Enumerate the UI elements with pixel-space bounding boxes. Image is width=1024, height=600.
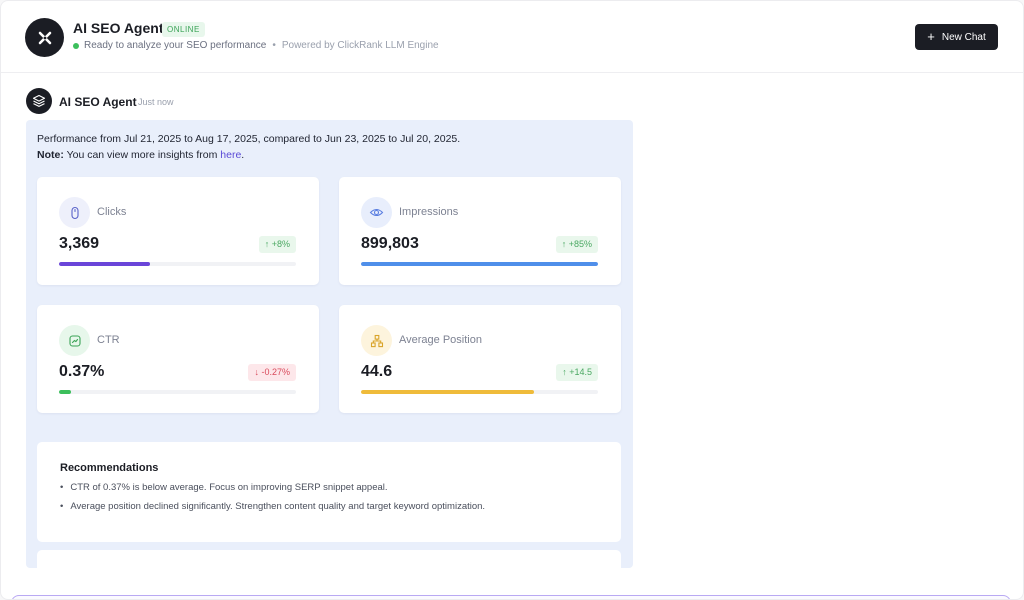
metric-delta-badge: ↑ +85%	[555, 236, 598, 253]
note-end: .	[241, 149, 245, 161]
metric-card-average-position: Average Position 44.6 ↑ +14.5	[339, 305, 621, 413]
metric-label: CTR	[97, 334, 120, 346]
arrow-down-icon: ↓	[254, 367, 259, 377]
icon-circle	[59, 325, 90, 356]
plus-icon: +	[927, 29, 935, 44]
app-title: AI SEO Agent	[73, 20, 164, 36]
metric-progress-track	[361, 390, 598, 394]
app-window: AI SEO Agent ONLINE Ready to analyze you…	[0, 0, 1024, 600]
metric-delta-value: +85%	[568, 239, 592, 249]
metric-card-impressions: Impressions 899,803 ↑ +85%	[339, 177, 621, 285]
close-x-logo-icon	[38, 31, 51, 44]
agent-avatar	[26, 88, 52, 114]
icon-circle	[59, 197, 90, 228]
metric-value: 899,803	[361, 235, 419, 252]
next-content-card	[37, 550, 621, 568]
metric-label: Clicks	[97, 206, 127, 218]
agent-name: AI SEO Agent	[59, 95, 137, 109]
metric-delta-badge: ↑ +14.5	[556, 364, 598, 381]
metric-delta-value: -0.27%	[261, 367, 290, 377]
metric-progress-track	[59, 390, 296, 394]
recommendation-text: CTR of 0.37% is below average. Focus on …	[70, 482, 388, 493]
recommendations-list: • CTR of 0.37% is below average. Focus on…	[60, 482, 485, 520]
arrow-up-icon: ↑	[561, 239, 567, 249]
metric-progress-track	[59, 262, 296, 266]
note-label: Note:	[37, 149, 64, 161]
recommendation-text: Average position declined significantly.…	[70, 501, 486, 512]
metric-progress-fill	[361, 262, 598, 266]
metric-progress-fill	[361, 390, 534, 394]
insights-link[interactable]: here	[220, 149, 241, 161]
arrow-up-icon: ↑	[264, 239, 270, 249]
status-row: Ready to analyze your SEO performance • …	[73, 40, 439, 51]
list-item: • CTR of 0.37% is below average. Focus on…	[60, 482, 485, 493]
chat-input-box[interactable]	[11, 595, 1011, 599]
recommendations-card: Recommendations • CTR of 0.37% is below a…	[37, 442, 621, 542]
hierarchy-icon	[370, 334, 383, 347]
metric-value: 44.6	[361, 363, 393, 380]
app-logo	[25, 18, 64, 57]
metric-delta-badge: ↓ -0.27%	[248, 364, 296, 381]
eye-icon	[369, 208, 384, 217]
separator-dot: •	[272, 40, 276, 51]
bullet: •	[60, 482, 64, 493]
icon-circle	[361, 325, 392, 356]
metric-value: 0.37%	[59, 363, 105, 380]
online-status-badge: ONLINE	[162, 22, 205, 37]
metric-card-ctr: CTR 0.37% ↓ -0.27%	[37, 305, 319, 413]
new-chat-label: New Chat	[941, 31, 986, 43]
arrow-up-icon: ↑	[562, 367, 567, 377]
metric-delta-badge: ↑ +8%	[258, 236, 296, 253]
metric-progress-fill	[59, 390, 71, 394]
agent-message-panel: Performance from Jul 21, 2025 to Aug 17,…	[26, 120, 633, 568]
new-chat-button[interactable]: + New Chat	[915, 24, 998, 50]
note-line: Note: You can view more insights from he…	[37, 149, 244, 161]
metric-delta-value: +14.5	[569, 367, 592, 377]
mouse-icon	[70, 206, 79, 219]
status-text: Ready to analyze your SEO performance	[84, 40, 267, 51]
metric-delta-value: +8%	[271, 239, 290, 249]
recommendations-title: Recommendations	[60, 462, 159, 474]
metric-label: Average Position	[399, 334, 482, 346]
metric-value: 3,369	[59, 235, 100, 252]
online-dot-icon	[73, 42, 79, 49]
layers-icon	[32, 94, 46, 107]
bullet: •	[60, 501, 64, 512]
performance-period-text: Performance from Jul 21, 2025 to Aug 17,…	[37, 133, 461, 145]
powered-by-text: Powered by ClickRank LLM Engine	[281, 40, 439, 51]
chart-icon	[68, 334, 81, 347]
chat-header: AI SEO Agent ONLINE Ready to analyze you…	[1, 1, 1023, 73]
note-text: You can view more insights from	[66, 149, 218, 161]
metric-card-clicks: Clicks 3,369 ↑ +8%	[37, 177, 319, 285]
message-timestamp: Just now	[138, 97, 174, 107]
metric-progress-fill	[59, 262, 151, 266]
list-item: • Average position declined significantly…	[60, 501, 485, 512]
metric-label: Impressions	[399, 206, 459, 218]
metric-progress-track	[361, 262, 598, 266]
icon-circle	[361, 197, 392, 228]
